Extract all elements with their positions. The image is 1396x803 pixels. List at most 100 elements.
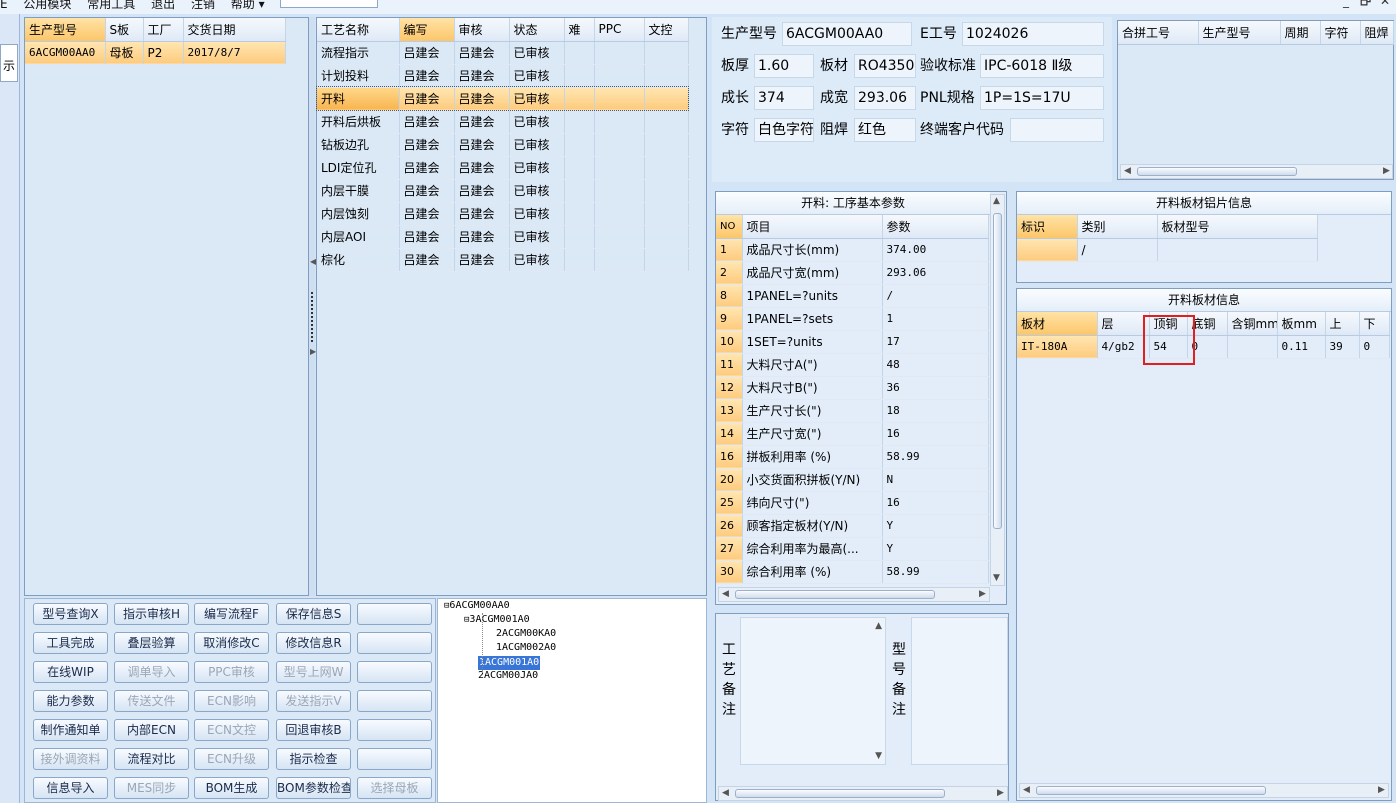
table-row[interactable]: 10 1SET=?units 17 (716, 330, 989, 354)
process-header-writer[interactable]: 编写 (399, 18, 455, 42)
board-header[interactable]: 板mm (1277, 312, 1326, 336)
board-header[interactable]: 板材 (1017, 312, 1098, 336)
combine-header[interactable]: 合拼工号 (1118, 21, 1199, 45)
board-header[interactable]: 层 (1097, 312, 1150, 336)
remarks-hscroll[interactable]: ◀ ▶ (718, 786, 1008, 801)
action-button[interactable]: 信息导入 (33, 777, 108, 799)
table-row[interactable]: 内层干膜 吕建会 吕建会 已审核 (317, 179, 689, 203)
splitter[interactable]: ◀ ▶ (309, 17, 316, 596)
params-header-no[interactable]: NO (716, 215, 743, 239)
table-row[interactable]: 27 综合利用率为最高(... Y (716, 537, 989, 561)
scroll-left-icon[interactable]: ◀ (722, 788, 729, 798)
board-hscroll[interactable]: ◀ ▶ (1019, 783, 1389, 798)
table-row[interactable]: 1 成品尺寸长(mm) 374.00 (716, 238, 989, 262)
order-header-factory[interactable]: 工厂 (143, 18, 184, 42)
scroll-down-icon[interactable]: ▼ (875, 751, 882, 761)
tree-node[interactable]: ⊟6ACGM00AA0 (444, 599, 510, 613)
action-button[interactable]: 叠层验算 (114, 632, 189, 654)
table-row[interactable]: 16 拼板利用率 (%) 58.99 (716, 445, 989, 469)
scroll-left-icon[interactable]: ◀ (722, 589, 729, 599)
scroll-down-icon[interactable]: ▼ (993, 573, 1000, 583)
action-button[interactable]: 流程对比 (114, 748, 189, 770)
action-button[interactable]: 取消修改C (194, 632, 269, 654)
scroll-thumb[interactable] (993, 213, 1002, 529)
standard-field[interactable]: IPC-6018 Ⅱ级 (980, 54, 1104, 78)
action-button[interactable]: PPC审核 (194, 661, 269, 683)
table-row[interactable]: 25 纬向尺寸(") 16 (716, 491, 989, 515)
menu-item-public[interactable]: 公用模块 (23, 0, 71, 10)
table-row[interactable]: 流程指示 吕建会 吕建会 已审核 (317, 41, 689, 65)
table-row[interactable]: 13 生产尺寸长(") 18 (716, 399, 989, 423)
order-header-date[interactable]: 交货日期 (183, 18, 286, 42)
process-header-difficulty[interactable]: 难 (564, 18, 595, 42)
scroll-thumb[interactable] (1036, 786, 1266, 795)
material-field[interactable]: RO4350B (854, 54, 916, 78)
action-button[interactable]: 编写流程F (194, 603, 269, 625)
customer-field[interactable] (1010, 118, 1104, 142)
table-row[interactable]: 14 生产尺寸宽(") 16 (716, 422, 989, 446)
menu-item-e[interactable]: E (0, 0, 8, 10)
table-row[interactable]: 12 大料尺寸B(") 36 (716, 376, 989, 400)
action-button[interactable]: 型号查询X (33, 603, 108, 625)
scroll-thumb[interactable] (735, 590, 935, 599)
foil-header[interactable]: 标识 (1017, 215, 1078, 239)
table-row[interactable]: 棕化 吕建会 吕建会 已审核 (317, 248, 689, 272)
menu-item-help[interactable]: 帮助 ▾ (231, 0, 265, 10)
table-row[interactable]: 开料 吕建会 吕建会 已审核 (316, 86, 689, 111)
tree-node[interactable]: 1ACGM002A0 (496, 641, 556, 655)
menu-item-logout[interactable]: 注销 (191, 0, 215, 10)
combine-hscroll[interactable]: ◀ ▶ (1120, 164, 1393, 179)
tree-node[interactable]: 2ACGM00JA0 (478, 669, 538, 683)
process-header-doc[interactable]: 文控 (644, 18, 689, 42)
scroll-left-icon[interactable]: ◀ (1124, 166, 1131, 176)
combine-header[interactable]: 生产型号 (1198, 21, 1281, 45)
process-header-name[interactable]: 工艺名称 (317, 18, 400, 42)
process-header-reviewer[interactable]: 审核 (454, 18, 510, 42)
action-button[interactable]: 选择母板 (357, 777, 432, 799)
model-field[interactable]: 6ACGM00AA0 (782, 22, 912, 46)
action-button[interactable]: BOM生成 (194, 777, 269, 799)
thickness-field[interactable]: 1.60 (754, 54, 814, 78)
order-header-model[interactable]: 生产型号 (25, 18, 106, 42)
table-row[interactable]: 内层AOI 吕建会 吕建会 已审核 (317, 225, 689, 249)
action-button[interactable]: BOM参数检查 (276, 777, 351, 799)
scroll-right-icon[interactable]: ▶ (979, 589, 986, 599)
action-button[interactable]: ECN影响 (194, 690, 269, 712)
table-row[interactable]: 计划投料 吕建会 吕建会 已审核 (317, 64, 689, 88)
ework-field[interactable]: 1024026 (962, 22, 1104, 46)
process-remark-field[interactable]: ▲ ▼ (740, 617, 886, 765)
board-header[interactable]: 含铜mm (1227, 312, 1278, 336)
action-button[interactable]: 指示检查 (276, 748, 351, 770)
action-button[interactable]: 回退审核B (276, 719, 351, 741)
process-header-status[interactable]: 状态 (509, 18, 565, 42)
action-button[interactable]: 在线WIP (33, 661, 108, 683)
board-header[interactable]: 上 (1325, 312, 1360, 336)
table-row[interactable]: 26 顾客指定板材(Y/N) Y (716, 514, 989, 538)
action-button[interactable]: ECN文控 (194, 719, 269, 741)
table-row[interactable]: 2 成品尺寸宽(mm) 293.06 (716, 261, 989, 285)
char-field[interactable]: 白色字符 (754, 118, 814, 142)
combine-header[interactable]: 字符 (1320, 21, 1361, 45)
scroll-right-icon[interactable]: ▶ (1383, 166, 1390, 176)
table-row[interactable]: 9 1PANEL=?sets 1 (716, 307, 989, 331)
action-button[interactable] (357, 748, 432, 770)
scroll-thumb[interactable] (735, 789, 945, 798)
table-row[interactable]: 钻板边孔 吕建会 吕建会 已审核 (317, 133, 689, 157)
action-button[interactable]: 型号上网W (276, 661, 351, 683)
action-button[interactable]: 指示审核H (114, 603, 189, 625)
table-row[interactable]: 11 大料尺寸A(") 48 (716, 353, 989, 377)
pnl-field[interactable]: 1P=1S=17U (980, 86, 1104, 110)
scroll-up-icon[interactable]: ▲ (993, 196, 1000, 206)
table-row[interactable]: IT-180A 4/gb2 54 0 0.11 39 0 (1017, 335, 1390, 359)
order-header-sboard[interactable]: S板 (105, 18, 144, 42)
action-button[interactable]: 调单导入 (114, 661, 189, 683)
scroll-right-icon[interactable]: ▶ (997, 788, 1004, 798)
tree-node-selected[interactable]: 1ACGM001A0 (478, 656, 541, 670)
table-row[interactable]: 20 小交货面积拼板(Y/N) N (716, 468, 989, 492)
scroll-thumb[interactable] (1137, 167, 1297, 176)
action-button[interactable] (357, 719, 432, 741)
combine-header[interactable]: 阻焊 (1360, 21, 1394, 45)
width-field[interactable]: 293.06 (854, 86, 916, 110)
action-button[interactable] (357, 690, 432, 712)
action-button[interactable]: 能力参数 (33, 690, 108, 712)
